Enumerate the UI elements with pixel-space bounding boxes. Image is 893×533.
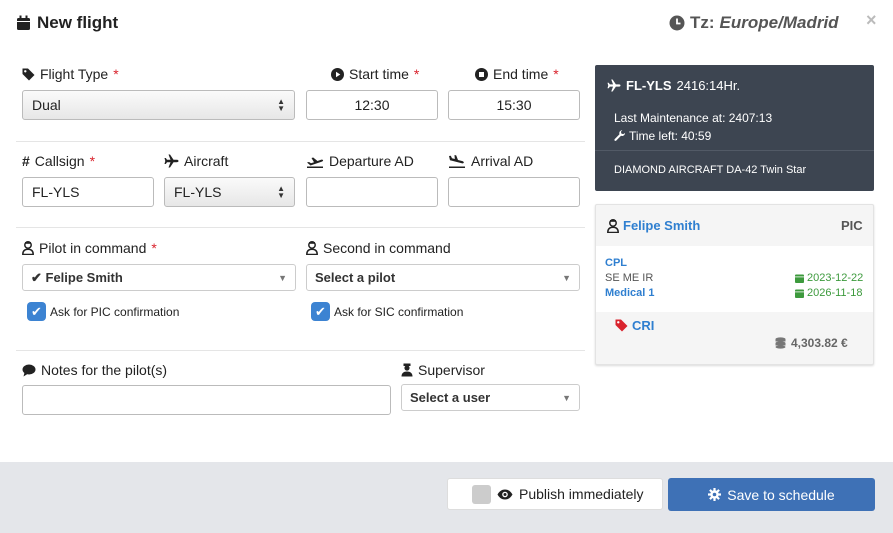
- flight-type-select[interactable]: Dual ▲ ▼: [22, 90, 295, 120]
- license-ratings: SE ME IR: [605, 272, 654, 284]
- wrench-icon: [614, 130, 625, 141]
- calendar-icon: [17, 15, 30, 30]
- sic-select[interactable]: Select a pilot ▼: [306, 264, 580, 291]
- last-maintenance: Last Maintenance at: 2407:13: [614, 111, 773, 125]
- plane-icon: [164, 154, 179, 168]
- aircraft-label: Aircraft: [164, 153, 228, 169]
- medical-class: Medical 1: [605, 287, 655, 299]
- pic-label: Pilot in command *: [22, 240, 157, 256]
- sic-confirmation-checkbox[interactable]: ✔ Ask for SIC confirmation: [311, 302, 463, 321]
- flight-type-label: Flight Type *: [22, 66, 119, 82]
- departure-input[interactable]: [306, 177, 438, 207]
- callsign-label: # Callsign *: [22, 153, 96, 169]
- calendar-icon: [795, 274, 804, 283]
- aircraft-header: FL-YLS 2416:14Hr.: [607, 78, 740, 93]
- title-text: New flight: [37, 13, 119, 32]
- eye-icon: [497, 489, 513, 499]
- stop-icon: [475, 67, 488, 81]
- divider: [16, 227, 585, 228]
- pilot-balance: 4,303.82 €: [774, 336, 848, 350]
- pilot-icon: [306, 241, 318, 255]
- save-button[interactable]: Save to schedule: [668, 478, 875, 511]
- pic-select[interactable]: ✔ Felipe Smith ▼: [22, 264, 296, 291]
- checkbox-checked-icon: ✔: [27, 302, 46, 321]
- time-left: Time left: 40:59: [614, 129, 711, 143]
- tag-icon: [22, 68, 35, 80]
- aircraft-info-card: FL-YLS 2416:14Hr. Last Maintenance at: 2…: [595, 65, 874, 191]
- pilot-info-card: Felipe Smith PIC CPL SE ME IR 2023-12-22…: [595, 204, 874, 365]
- hash-icon: #: [22, 153, 30, 169]
- rating-tag: CRI: [615, 318, 654, 333]
- departure-label: Departure AD: [306, 153, 414, 169]
- supervisor-label: Supervisor: [401, 362, 485, 378]
- arrival-label: Arrival AD: [448, 153, 533, 169]
- supervisor-icon: [401, 363, 413, 377]
- tag-icon: [615, 319, 628, 332]
- calendar-icon: [795, 289, 804, 298]
- plane-icon: [607, 79, 621, 92]
- divider: [16, 350, 585, 351]
- plane-arrival-icon: [449, 154, 465, 168]
- comment-icon: [22, 364, 36, 376]
- tz-value: Europe/Madrid: [719, 13, 839, 32]
- medical-expiry: 2026-11-18: [795, 287, 862, 299]
- publish-toggle[interactable]: Publish immediately: [447, 478, 663, 510]
- caret-down-icon: ▼: [562, 392, 571, 403]
- end-time-input[interactable]: 15:30: [448, 90, 580, 120]
- clock-icon: [669, 15, 685, 31]
- checkbox-checked-icon: ✔: [311, 302, 330, 321]
- pic-confirmation-checkbox[interactable]: ✔ Ask for PIC confirmation: [27, 302, 179, 321]
- select-arrows-icon: ▲ ▼: [277, 97, 285, 113]
- start-time-label: Start time *: [331, 66, 419, 82]
- start-time-input[interactable]: 12:30: [306, 90, 438, 120]
- coins-icon: [775, 337, 786, 349]
- license-panel: CPL SE ME IR 2023-12-22 Medical 1 2026-1…: [596, 246, 873, 312]
- aircraft-select[interactable]: FL-YLS ▲ ▼: [164, 177, 295, 207]
- caret-down-icon: ▼: [562, 272, 571, 283]
- sic-label: Second in command: [306, 240, 451, 256]
- select-arrows-icon: ▲ ▼: [277, 184, 285, 200]
- pilot-icon: [607, 218, 619, 233]
- notes-label: Notes for the pilot(s): [22, 362, 167, 378]
- divider: [16, 141, 585, 142]
- caret-down-icon: ▼: [278, 272, 287, 283]
- tz-label: Tz:: [690, 13, 715, 32]
- gear-icon: [708, 488, 722, 501]
- close-icon[interactable]: ×: [866, 10, 877, 31]
- license-type: CPL: [605, 257, 627, 269]
- plane-departure-icon: [307, 157, 324, 168]
- supervisor-select[interactable]: Select a user ▼: [401, 384, 580, 411]
- pilot-role: PIC: [841, 218, 863, 233]
- notes-input[interactable]: [22, 385, 391, 415]
- aircraft-model: DIAMOND AIRCRAFT DA-42 Twin Star: [614, 164, 807, 176]
- arrival-input[interactable]: [448, 177, 580, 207]
- card-divider: [595, 150, 874, 151]
- callsign-input[interactable]: FL-YLS: [22, 177, 154, 207]
- modal-title: New flight: [16, 13, 118, 33]
- play-icon: [331, 67, 344, 81]
- pilot-icon: [22, 241, 34, 255]
- checkbox-unchecked-icon: [472, 484, 491, 504]
- end-time-label: End time *: [475, 66, 559, 82]
- pilot-name-link[interactable]: Felipe Smith: [607, 218, 700, 233]
- license-expiry: 2023-12-22: [795, 272, 863, 284]
- timezone: Tz: Europe/Madrid: [669, 13, 839, 33]
